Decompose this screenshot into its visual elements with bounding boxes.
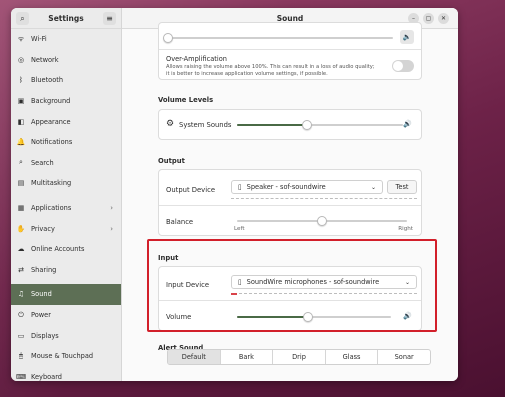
output-device-value: Speaker - sof-soundwire	[246, 183, 326, 191]
sidebar-item-applications[interactable]: ▦ Applications ›	[11, 198, 121, 219]
sidebar-item-label: Online Accounts	[31, 245, 85, 254]
multitasking-icon: ▤	[17, 179, 25, 188]
output-level-meter	[231, 198, 417, 199]
alert-option-drip[interactable]: Drip	[273, 350, 326, 364]
sidebar-item-displays[interactable]: ▭ Displays	[11, 325, 121, 346]
sidebar-item-sound[interactable]: ♫ Sound	[11, 284, 121, 305]
alert-option-bark[interactable]: Bark	[221, 350, 274, 364]
balance-right-label: Right	[398, 226, 413, 232]
output-card: Output Device ▯ Speaker - sof-soundwire …	[158, 169, 422, 236]
output-device-label: Output Device	[166, 186, 216, 194]
sidebar-item-label: Displays	[31, 331, 59, 340]
appearance-icon: ◧	[17, 117, 25, 126]
sidebar-item-network[interactable]: ◎ Network	[11, 50, 121, 71]
keyboard-icon: ⌨	[15, 372, 27, 381]
sidebar-item-label: Wi-Fi	[31, 35, 47, 44]
sidebar-item-appearance[interactable]: ◧ Appearance	[11, 111, 121, 132]
sidebar-item-multitasking[interactable]: ▤ Multitasking	[11, 173, 121, 194]
chevron-right-icon: ›	[110, 204, 113, 213]
volume-levels-card: ⚙ System Sounds 🔊	[158, 109, 422, 140]
network-icon: ◎	[17, 55, 25, 64]
applications-icon: ▦	[17, 204, 25, 213]
maximize-button[interactable]: ▢	[423, 13, 434, 24]
sidebar-list: ᯤ Wi-Fi ◎ Network ᛒ Bluetooth ▣ Background ◧ Appe…	[11, 29, 121, 381]
system-sounds-label: System Sounds	[179, 121, 232, 129]
mouse-icon: 🖱	[18, 351, 24, 360]
menu-button[interactable]: ≡	[103, 12, 116, 25]
balance-label: Balance	[166, 218, 194, 226]
alert-option-default[interactable]: Default	[168, 350, 221, 364]
input-highlight-box	[147, 239, 437, 332]
sidebar-item-keyboard[interactable]: ⌨ Keyboard	[11, 367, 121, 382]
sidebar-item-label: Appearance	[31, 117, 71, 126]
sidebar-header: ⌕ Settings ≡	[11, 8, 121, 29]
sidebar-item-label: Network	[31, 55, 59, 64]
over-amplification-description: Allows raising the volume above 100%. Th…	[166, 64, 375, 77]
maximize-icon: ▢	[425, 15, 432, 22]
speaker-device-icon: ▯	[238, 183, 242, 191]
sidebar-item-label: Notifications	[31, 138, 73, 147]
sidebar-item-label: Multitasking	[31, 179, 72, 188]
close-button[interactable]: ✕	[438, 13, 449, 24]
sidebar-item-bluetooth[interactable]: ᛒ Bluetooth	[11, 70, 121, 91]
bluetooth-icon: ᛒ	[18, 76, 24, 85]
alert-sound-selector: Default Bark Drip Glass Sonar	[167, 349, 431, 365]
speaker-icon: 🔈	[402, 33, 412, 41]
sidebar-item-label: Sharing	[31, 265, 57, 274]
sidebar-item-wi-fi[interactable]: ᯤ Wi-Fi	[11, 29, 121, 50]
sidebar-item-power[interactable]: ⏻ Power	[11, 305, 121, 326]
sidebar-item-search[interactable]: ⌕ Search	[11, 153, 121, 174]
gear-icon: ⚙	[166, 119, 175, 129]
online-accounts-icon: ☁	[17, 245, 25, 254]
sidebar-item-privacy[interactable]: ✋ Privacy ›	[11, 218, 121, 239]
bell-icon: 🔔	[16, 138, 26, 147]
sidebar-item-label: Search	[31, 158, 54, 167]
sidebar: ⌕ Settings ≡ ᯤ Wi-Fi ◎ Network ᛒ Bluetooth ▣ Ba…	[11, 8, 122, 381]
sidebar-item-notifications[interactable]: 🔔 Notifications	[11, 132, 121, 153]
sidebar-item-label: Sound	[31, 290, 52, 299]
alert-option-glass[interactable]: Glass	[326, 350, 379, 364]
sidebar-item-label: Mouse & Touchpad	[31, 352, 94, 361]
music-note-icon: ♫	[17, 290, 25, 299]
search-icon: ⌕	[19, 158, 23, 167]
sidebar-item-sharing[interactable]: ⇄ Sharing	[11, 260, 121, 281]
sidebar-item-label: Bluetooth	[31, 76, 64, 85]
output-mute-button[interactable]: 🔈	[400, 30, 414, 44]
sidebar-item-label: Keyboard	[31, 372, 62, 381]
alert-option-sonar[interactable]: Sonar	[378, 350, 430, 364]
balance-knob[interactable]	[317, 216, 327, 226]
output-title: Output	[158, 157, 185, 165]
sharing-icon: ⇄	[18, 265, 24, 274]
background-icon: ▣	[17, 97, 25, 106]
hamburger-menu-icon: ≡	[106, 14, 113, 23]
output-volume-knob[interactable]	[163, 33, 173, 43]
chevron-right-icon: ›	[110, 224, 113, 233]
test-button[interactable]: Test	[387, 180, 417, 194]
volume-levels-title: Volume Levels	[158, 96, 214, 104]
sidebar-item-label: Privacy	[31, 224, 55, 233]
output-device-dropdown[interactable]: ▯ Speaker - sof-soundwire ⌄	[231, 180, 383, 194]
system-sounds-knob[interactable]	[301, 120, 312, 130]
speaker-icon: 🔊	[403, 120, 412, 128]
output-volume-card: 🔈 Over-Amplification Allows raising the …	[158, 22, 422, 80]
over-amplification-toggle[interactable]	[392, 60, 414, 72]
power-icon: ⏻	[18, 310, 24, 319]
output-volume-slider[interactable]	[167, 37, 393, 39]
wifi-icon: ᯤ	[17, 34, 25, 43]
close-icon: ✕	[440, 15, 447, 22]
privacy-icon: ✋	[16, 224, 26, 233]
sidebar-item-online-accounts[interactable]: ☁ Online Accounts	[11, 239, 121, 260]
sidebar-item-label: Background	[31, 97, 71, 106]
over-amplification-title: Over-Amplification	[166, 55, 227, 63]
display-icon: ▭	[17, 331, 25, 340]
sidebar-item-background[interactable]: ▣ Background	[11, 91, 121, 112]
chevron-down-icon: ⌄	[370, 183, 376, 191]
sidebar-item-mouse-touchpad[interactable]: 🖱 Mouse & Touchpad	[11, 346, 121, 367]
sidebar-item-label: Power	[31, 311, 51, 320]
sidebar-item-label: Applications	[31, 204, 72, 213]
minimize-icon: –	[412, 15, 415, 22]
balance-left-label: Left	[234, 226, 245, 232]
